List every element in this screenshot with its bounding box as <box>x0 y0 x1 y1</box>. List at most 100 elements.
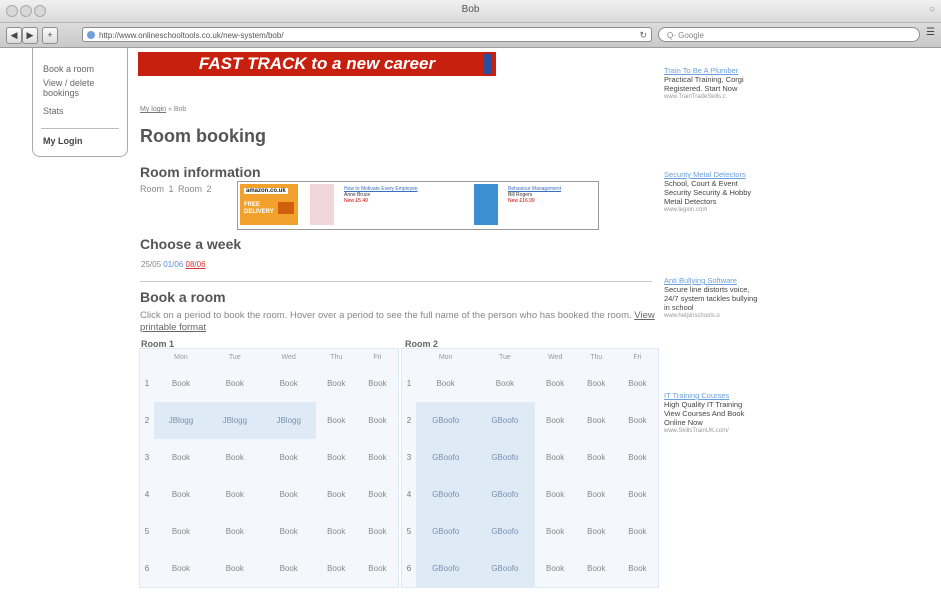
career-banner-ad[interactable]: FAST TRACK to a new career <box>138 52 496 76</box>
book-ad-2-price: New £16.99 <box>508 198 535 204</box>
search-field[interactable]: Q- Google <box>658 27 920 42</box>
nav-my-login[interactable]: My Login <box>43 136 83 146</box>
book-slot-button[interactable]: Book <box>316 550 357 587</box>
booked-slot[interactable]: GBoofo <box>416 439 476 476</box>
toolbar-toggle-icon[interactable]: ○ <box>929 4 935 15</box>
sidebar-ad-3-url[interactable]: www.helpinschools.o <box>664 312 759 321</box>
book-slot-button[interactable]: Book <box>262 439 316 476</box>
book-slot-button[interactable]: Book <box>357 365 398 402</box>
book-cover-2[interactable] <box>474 184 498 225</box>
book-ad-1[interactable]: How to Motivate Every Employee Anne Bruc… <box>344 186 464 204</box>
booked-slot[interactable]: GBoofo <box>416 513 476 550</box>
book-slot-button[interactable]: Book <box>316 513 357 550</box>
sidebar-ad-2-url[interactable]: www.legion.com <box>664 206 759 215</box>
book-slot-button[interactable]: Book <box>617 513 658 550</box>
book-slot-button[interactable]: Book <box>535 476 576 513</box>
booked-slot[interactable]: GBoofo <box>416 550 476 587</box>
book-slot-button[interactable]: Book <box>535 550 576 587</box>
booked-slot[interactable]: GBoofo <box>416 476 476 513</box>
book-slot-button[interactable]: Book <box>262 365 316 402</box>
right-margin <box>763 48 941 598</box>
booked-slot[interactable]: GBoofo <box>475 439 535 476</box>
page-menu-icon[interactable]: ☰ <box>926 27 935 38</box>
add-bookmark-button[interactable]: + <box>42 27 58 44</box>
booked-slot[interactable]: GBoofo <box>416 402 476 439</box>
nav-book-room[interactable]: Book a room <box>43 64 94 74</box>
book-slot-button[interactable]: Book <box>357 402 398 439</box>
nav-stats[interactable]: Stats <box>43 106 64 116</box>
book-slot-button[interactable]: Book <box>357 550 398 587</box>
book-slot-button[interactable]: Book <box>617 402 658 439</box>
book-slot-button[interactable]: Book <box>154 550 208 587</box>
booked-slot[interactable]: GBoofo <box>475 513 535 550</box>
sidebar-ad-4[interactable]: IT Training Courses High Quality IT Trai… <box>664 391 759 436</box>
book-ad-2[interactable]: Behaviour Management Bill Rogers New £16… <box>508 186 596 204</box>
book-slot-button[interactable]: Book <box>576 513 617 550</box>
nav-bookings[interactable]: bookings <box>43 88 79 98</box>
book-slot-button[interactable]: Book <box>154 513 208 550</box>
book-slot-button[interactable]: Book <box>475 365 534 402</box>
amazon-ad[interactable]: amazon.co.uk FREE DELIVERY <box>240 184 298 225</box>
book-slot-button[interactable]: Book <box>535 513 576 550</box>
book-slot-button[interactable]: Book <box>576 402 617 439</box>
book-slot-button[interactable]: Book <box>617 550 658 587</box>
book-slot-button[interactable]: Book <box>576 365 617 402</box>
week-0806-current[interactable]: 08/06 <box>186 260 206 269</box>
book-slot-button[interactable]: Book <box>617 476 658 513</box>
book-slot-button[interactable]: Book <box>617 365 658 402</box>
period-row: 5 Book Book Book Book Book <box>140 513 398 550</box>
book-slot-button[interactable]: Book <box>154 439 208 476</box>
amazon-logo: amazon.co.uk <box>244 188 288 194</box>
week-0106-link[interactable]: 01/06 <box>163 260 183 269</box>
book-slot-button[interactable]: Book <box>535 439 576 476</box>
address-bar[interactable]: http://www.onlineschooltools.co.uk/new-s… <box>82 27 652 42</box>
breadcrumb-link[interactable]: My login <box>140 106 166 113</box>
book-slot-button[interactable]: Book <box>208 439 262 476</box>
book-slot-button[interactable]: Book <box>208 476 262 513</box>
book-slot-button[interactable]: Book <box>416 365 475 402</box>
book-slot-button[interactable]: Book <box>316 365 357 402</box>
book-slot-button[interactable]: Book <box>154 365 208 402</box>
amazon-ad-strip[interactable]: amazon.co.uk FREE DELIVERY How to Motiva… <box>237 181 599 230</box>
book-slot-button[interactable]: Book <box>262 476 316 513</box>
forward-button[interactable]: ▶ <box>22 27 38 44</box>
sidebar-ad-3[interactable]: Anti Bullying Software Secure line disto… <box>664 276 759 321</box>
book-slot-button[interactable]: Book <box>576 476 617 513</box>
booked-slot[interactable]: GBoofo <box>475 476 535 513</box>
book-slot-button[interactable]: Book <box>535 365 576 402</box>
book-slot-button[interactable]: Book <box>617 439 658 476</box>
book-slot-button[interactable]: Book <box>316 402 357 439</box>
sidebar-ad-1-title[interactable]: Train To Be A Plumber <box>664 66 759 75</box>
booked-slot[interactable]: GBoofo <box>475 402 535 439</box>
reload-icon[interactable]: ↻ <box>639 28 647 43</box>
book-slot-button[interactable]: Book <box>262 550 316 587</box>
book-slot-button[interactable]: Book <box>535 402 576 439</box>
book-slot-button[interactable]: Book <box>576 439 617 476</box>
book-slot-button[interactable]: Book <box>262 513 316 550</box>
sidebar-ad-1-url[interactable]: www.TrainTradeSkills.c <box>664 93 759 102</box>
book-slot-button[interactable]: Book <box>357 513 398 550</box>
sidebar-ad-4-title[interactable]: IT Training Courses <box>664 391 759 400</box>
book-slot-button[interactable]: Book <box>576 550 617 587</box>
book-slot-button[interactable]: Book <box>208 550 262 587</box>
book-slot-button[interactable]: Book <box>316 439 357 476</box>
sidebar-ad-3-title[interactable]: Anti Bullying Software <box>664 276 759 285</box>
booked-slot[interactable]: JBlogg <box>261 402 316 439</box>
book-slot-button[interactable]: Book <box>316 476 357 513</box>
sidebar-ad-4-url[interactable]: www.SkillsTrainUK.com/ <box>664 427 759 436</box>
book-slot-button[interactable]: Book <box>208 513 262 550</box>
nav-view-delete[interactable]: View / delete <box>43 78 94 88</box>
booked-slot[interactable]: JBlogg <box>207 402 262 439</box>
book-slot-button[interactable]: Book <box>154 476 208 513</box>
booked-slot[interactable]: GBoofo <box>475 550 535 587</box>
sidebar-ad-2[interactable]: Security Metal Detectors School, Court &… <box>664 170 759 215</box>
period-row: 1 Book Book Book Book Book <box>140 365 398 402</box>
book-cover-1[interactable] <box>310 184 334 225</box>
book-slot-button[interactable]: Book <box>357 439 398 476</box>
sidebar-ad-1[interactable]: Train To Be A Plumber Practical Training… <box>664 66 759 102</box>
book-slot-button[interactable]: Book <box>208 365 262 402</box>
book-slot-button[interactable]: Book <box>357 476 398 513</box>
sidebar-ad-2-title[interactable]: Security Metal Detectors <box>664 170 759 179</box>
back-button[interactable]: ◀ <box>6 27 22 44</box>
booked-slot[interactable]: JBlogg <box>154 402 208 439</box>
